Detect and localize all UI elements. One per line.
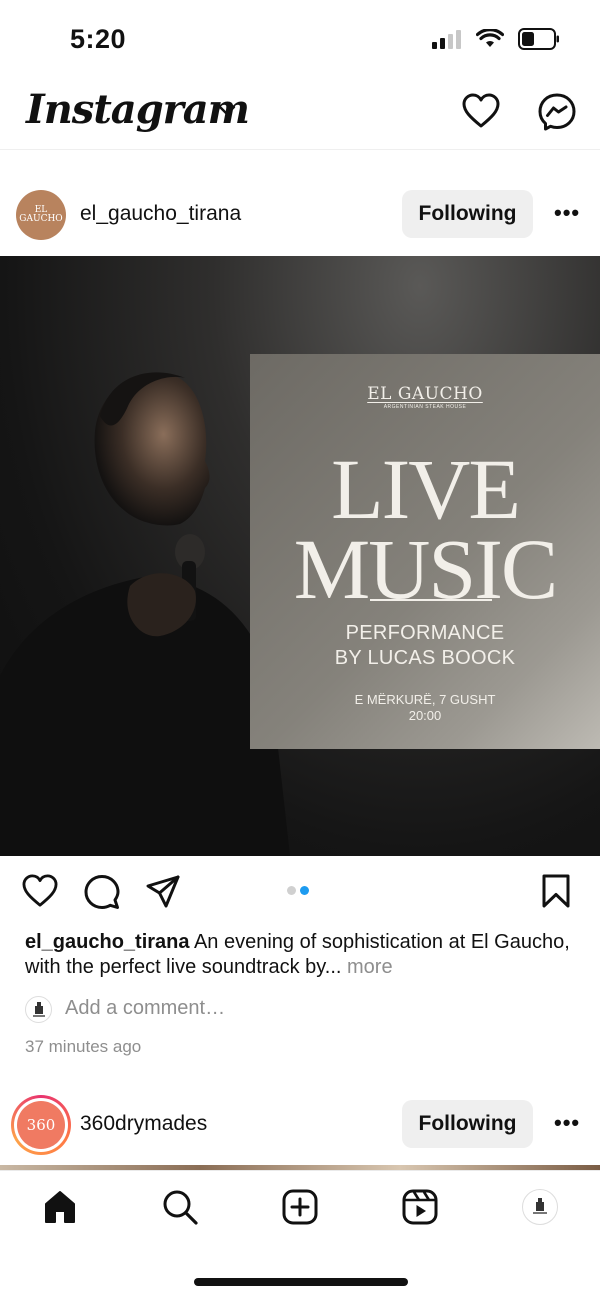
poster-divider — [370, 599, 492, 601]
profile-logo-icon — [533, 1198, 547, 1214]
notifications-heart-icon[interactable] — [462, 93, 500, 129]
poster-performance-line1: PERFORMANCE — [345, 622, 505, 644]
post-caption: el_gaucho_tirana An evening of sophistic… — [25, 930, 570, 980]
add-comment-row[interactable]: Add a comment… — [25, 995, 565, 1025]
home-indicator[interactable] — [194, 1278, 408, 1286]
post-header-2: 360 360drymades Following ••• — [0, 1088, 600, 1160]
create-post-icon[interactable] — [282, 1189, 318, 1225]
search-icon[interactable] — [162, 1189, 198, 1225]
battery-icon — [518, 28, 559, 50]
save-bookmark-icon[interactable] — [541, 874, 571, 908]
carousel-dot — [287, 886, 296, 895]
user-logo-icon — [32, 1001, 45, 1017]
story-ring-inner: 360 — [14, 1098, 68, 1152]
carousel-indicator — [287, 886, 309, 895]
avatar-2-text: 360 — [26, 1116, 56, 1134]
instagram-logo[interactable]: Instagram — [26, 86, 250, 133]
share-send-icon[interactable] — [145, 874, 181, 910]
reels-icon[interactable] — [402, 1189, 438, 1225]
status-icons — [432, 28, 560, 50]
chevron-down-icon[interactable] — [218, 104, 236, 116]
caption-username[interactable]: el_gaucho_tirana — [25, 931, 190, 953]
following-button-2[interactable]: Following — [402, 1100, 533, 1148]
post-image[interactable]: EL GAUCHO ARGENTINIAN STEAK HOUSE LIVE M… — [0, 256, 600, 856]
poster-title-line1: LIVE — [331, 441, 521, 537]
poster-time: 20:00 — [408, 708, 442, 723]
post-username-2[interactable]: 360drymades — [80, 1112, 207, 1136]
avatar-text: EL GAUCHO — [19, 205, 63, 224]
cellular-signal-icon — [432, 30, 461, 49]
app-header: Instagram — [0, 78, 600, 150]
following-button[interactable]: Following — [402, 190, 533, 238]
home-icon[interactable] — [42, 1189, 78, 1225]
poster-brand: EL GAUCHO — [367, 384, 483, 404]
story-ring[interactable]: 360 — [11, 1095, 71, 1155]
caption-more-link[interactable]: more — [341, 956, 393, 978]
event-poster: EL GAUCHO ARGENTINIAN STEAK HOUSE LIVE M… — [250, 354, 600, 749]
carousel-dot-active — [300, 886, 309, 895]
status-time: 5:20 — [70, 24, 127, 54]
post-actions — [0, 862, 600, 918]
more-options-icon-2[interactable]: ••• — [554, 1110, 580, 1136]
more-options-icon[interactable]: ••• — [554, 200, 580, 226]
like-heart-icon[interactable] — [22, 874, 58, 908]
comment-icon[interactable] — [84, 874, 120, 910]
status-bar: 5:20 — [0, 0, 600, 78]
profile-tab-avatar[interactable] — [522, 1189, 558, 1225]
poster-performance-line2: BY LUCAS BOOCK — [334, 647, 516, 669]
current-user-avatar — [25, 996, 52, 1023]
avatar[interactable]: EL GAUCHO — [16, 190, 66, 240]
post-timestamp: 37 minutes ago — [25, 1037, 142, 1056]
messenger-icon[interactable] — [538, 93, 576, 131]
post-header: EL GAUCHO el_gaucho_tirana Following ••• — [0, 178, 600, 250]
poster-date: E MËRKURË, 7 GUSHT — [354, 692, 496, 707]
add-comment-input[interactable]: Add a comment… — [65, 997, 225, 1020]
post-username[interactable]: el_gaucho_tirana — [80, 202, 241, 226]
wifi-icon — [476, 29, 504, 47]
avatar-2: 360 — [17, 1101, 65, 1149]
poster-brand-sub: ARGENTINIAN STEAK HOUSE — [383, 404, 467, 410]
